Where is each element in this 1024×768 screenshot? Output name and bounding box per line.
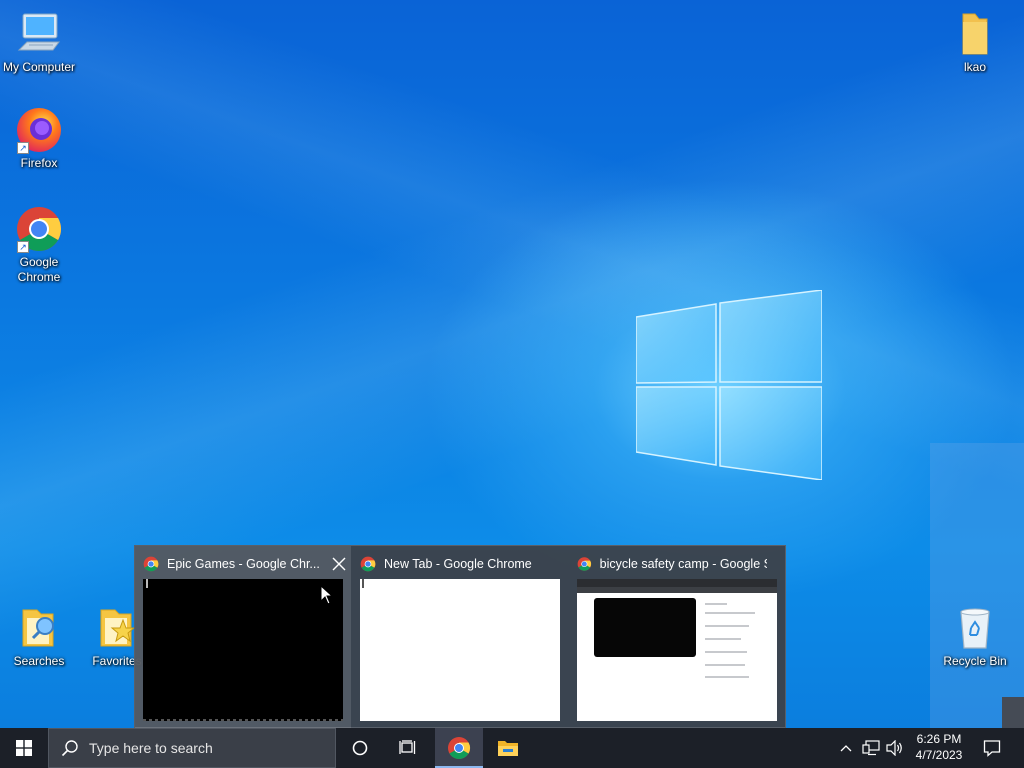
windows-logo-wallpaper (636, 290, 822, 480)
desktop-icon-label: lkao (963, 60, 986, 74)
chrome-icon (360, 556, 376, 572)
recycle-bin-icon (960, 608, 990, 649)
preview-video-player (594, 598, 696, 657)
preview-text-line (705, 676, 749, 678)
thumbnail-preview (577, 579, 777, 721)
preview-text-line (705, 638, 741, 640)
clock-time: 6:26 PM (916, 732, 962, 746)
background-window-edge (930, 443, 1024, 728)
desktop-icon-label: Google Chrome (17, 255, 61, 284)
start-button[interactable] (0, 728, 48, 768)
network-icon (862, 740, 880, 756)
cortana-circle-icon (352, 740, 368, 756)
preview-text-line (705, 603, 727, 605)
computer-icon (17, 13, 60, 51)
show-hidden-icons-button[interactable] (836, 728, 856, 768)
window-thumbnail-new-tab[interactable]: New Tab - Google Chrome (352, 546, 568, 729)
desktop-icon-my-computer[interactable]: My Computer (0, 10, 78, 75)
chrome-icon (577, 557, 592, 571)
thumbnail-title-bar: Epic Games - Google Chr... (143, 555, 333, 573)
thumbnail-title: bicycle safety camp - Google S... (599, 557, 767, 571)
desktop-icon-label: Firefox (20, 156, 58, 170)
desktop-icon-label: My Computer (2, 60, 76, 74)
desktop-icon-recycle-bin[interactable]: Recycle Bin (936, 604, 1014, 669)
preview-text-line (705, 651, 747, 653)
thumbnail-preview (143, 579, 343, 721)
chevron-up-icon (840, 745, 852, 752)
chrome-icon (448, 737, 470, 759)
firefox-icon: ↗ (15, 106, 63, 154)
desktop-icon-searches[interactable]: Searches (0, 604, 78, 669)
taskbar-chrome-button[interactable] (435, 728, 483, 768)
folder-icon (962, 13, 988, 55)
windows-start-icon (16, 740, 32, 756)
volume-icon (886, 740, 902, 756)
preview-edge (143, 719, 343, 721)
desktop-icon-firefox[interactable]: ↗ Firefox (0, 106, 78, 171)
chrome-icon (143, 556, 159, 572)
file-explorer-icon (498, 741, 518, 756)
task-view-button[interactable] (384, 728, 432, 768)
taskbar-search-box[interactable] (48, 728, 336, 768)
preview-text-line (705, 625, 749, 627)
preview-text-line (705, 612, 755, 614)
searches-folder-icon (22, 609, 54, 647)
shortcut-arrow-icon: ↗ (17, 142, 29, 154)
task-view-icon (399, 740, 416, 754)
notification-icon (983, 740, 1001, 757)
desktop-icon-label: Searches (13, 654, 65, 668)
shortcut-arrow-icon: ↗ (17, 241, 29, 253)
volume-button[interactable] (884, 728, 906, 768)
desktop-icon-label: Recycle Bin (943, 654, 1007, 668)
chrome-icon: ↗ (15, 205, 63, 253)
taskbar-clock[interactable]: 6:26 PM 4/7/2023 (908, 731, 970, 763)
background-window-corner (1002, 697, 1024, 728)
thumbnail-title-bar: New Tab - Google Chrome (360, 555, 550, 573)
window-thumbnail-bicycle-safety-camp[interactable]: bicycle safety camp - Google S... (569, 546, 785, 729)
mouse-pointer-icon (320, 585, 334, 605)
preview-text-line (705, 664, 745, 666)
preview-cursor-mark (362, 579, 364, 588)
clock-date: 4/7/2023 (915, 748, 963, 762)
taskbar: 6:26 PM 4/7/2023 (0, 728, 1024, 768)
thumbnail-title: Epic Games - Google Chr... (167, 557, 320, 571)
close-icon[interactable] (329, 554, 349, 574)
search-input[interactable] (89, 740, 319, 756)
preview-address-bar (577, 587, 777, 593)
search-icon (61, 740, 78, 757)
taskbar-file-explorer-button[interactable] (484, 728, 532, 768)
cortana-button[interactable] (336, 728, 384, 768)
action-center-button[interactable] (978, 728, 1006, 768)
thumbnail-title-bar: bicycle safety camp - Google S... (577, 555, 767, 573)
thumbnail-title: New Tab - Google Chrome (384, 557, 532, 571)
thumbnail-preview (360, 579, 560, 721)
preview-cursor-mark (146, 579, 148, 588)
desktop-icon-google-chrome[interactable]: ↗ Google Chrome (0, 205, 78, 285)
desktop-icon-lkao[interactable]: lkao (936, 10, 1014, 75)
taskbar-thumbnail-popup: Epic Games - Google Chr... New Tab - Goo… (134, 545, 786, 729)
window-thumbnail-epic-games[interactable]: Epic Games - Google Chr... (135, 546, 351, 729)
network-button[interactable] (860, 728, 882, 768)
